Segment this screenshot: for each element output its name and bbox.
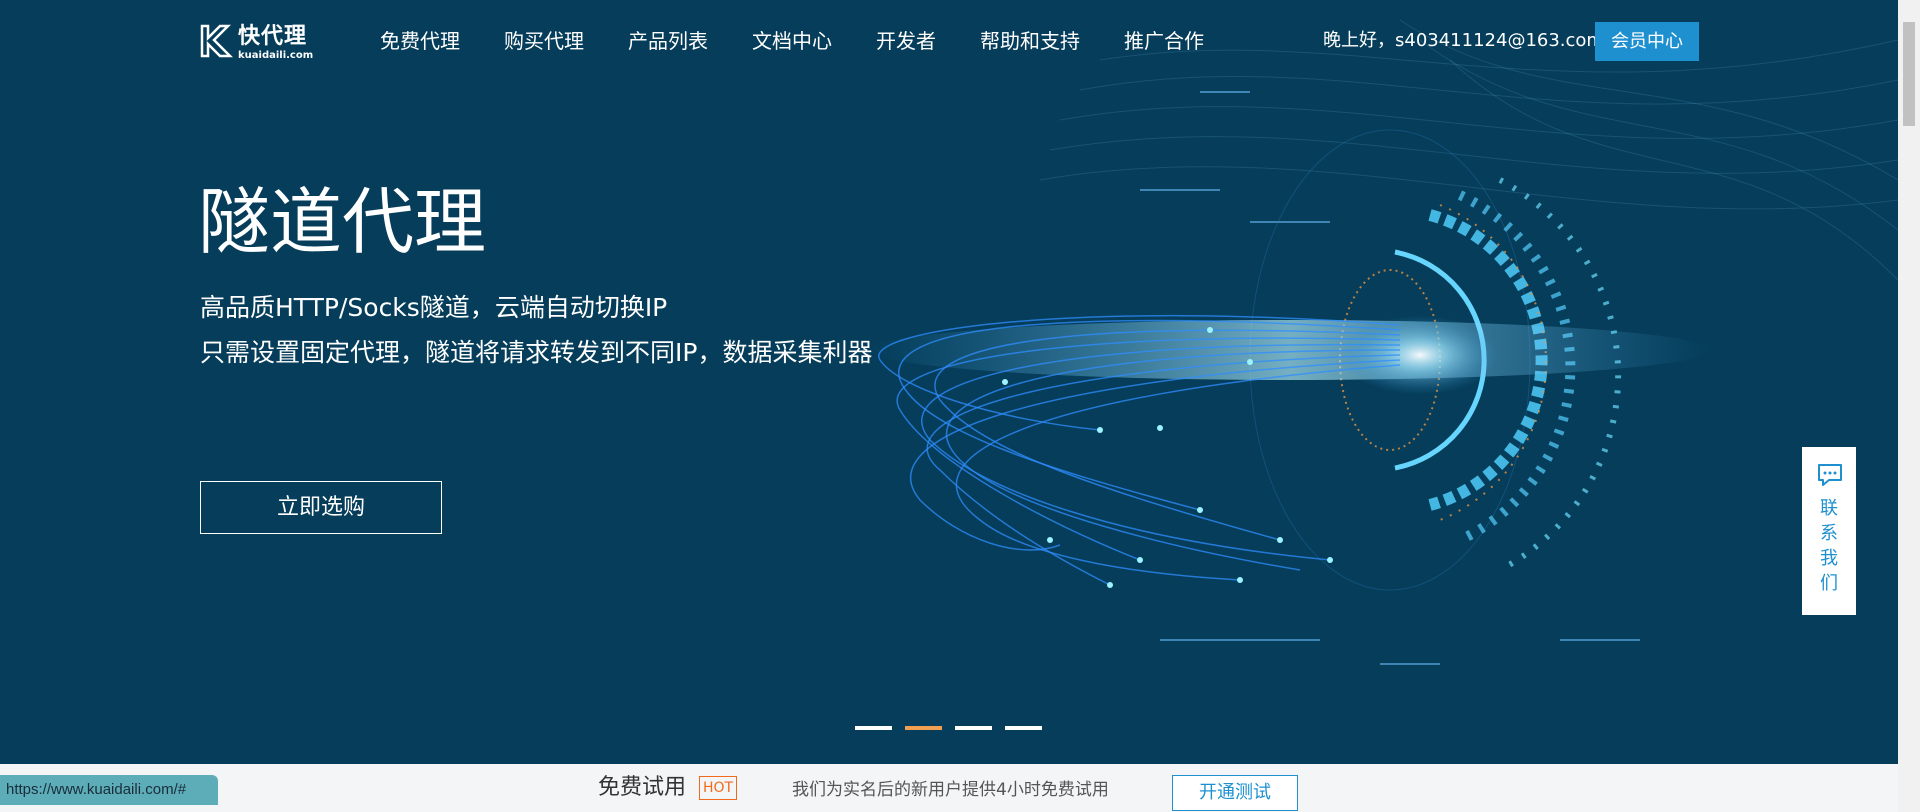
nav-docs[interactable]: 文档中心: [752, 28, 832, 54]
user-greeting[interactable]: 晚上好，s403411124@163.com: [1323, 28, 1604, 54]
hot-badge: HOT: [699, 776, 738, 800]
logo-name: 快代理: [238, 24, 308, 49]
buy-now-button[interactable]: 立即选购: [200, 481, 442, 534]
hero-title: 隧道代理: [198, 180, 487, 264]
scrollbar-thumb[interactable]: [1903, 22, 1915, 126]
chat-icon: [1818, 464, 1842, 486]
logo-domain: kuaidaili.com: [238, 50, 314, 61]
tunnel-illustration: [870, 19, 1898, 665]
contact-label-char-4: 们: [1820, 573, 1838, 594]
carousel-dot-1[interactable]: [855, 726, 892, 730]
main-nav: 免费代理 购买代理 产品列表 文档中心 开发者 帮助和支持 推广合作: [380, 28, 1248, 54]
carousel-dot-4[interactable]: [1005, 726, 1042, 730]
nav-affiliate[interactable]: 推广合作: [1124, 28, 1204, 54]
kuaidaili-logo[interactable]: 快代理 kuaidaili.com: [200, 24, 318, 61]
contact-us-tab[interactable]: 联 系 我 们: [1802, 447, 1856, 615]
free-trial-strip: 免费试用 HOT 我们为实名后的新用户提供4小时免费试用 开通测试: [0, 764, 1898, 812]
hero-subtitle-2: 只需设置固定代理，隧道将请求转发到不同IP，数据采集利器: [200, 338, 873, 367]
free-trial-description: 我们为实名后的新用户提供4小时免费试用: [792, 780, 1109, 800]
contact-label-char-2: 系: [1820, 523, 1838, 544]
status-link-url: https://www.kuaidaili.com/#: [0, 775, 218, 805]
page-scrollbar[interactable]: [1898, 0, 1920, 812]
carousel-dot-3[interactable]: [955, 726, 992, 730]
free-trial-title: 免费试用: [598, 775, 687, 800]
hero-banner: 快代理 kuaidaili.com 免费代理 购买代理 产品列表 文档中心 开发…: [0, 0, 1898, 764]
carousel-dot-2[interactable]: [905, 726, 942, 730]
nav-free-proxy[interactable]: 免费代理: [380, 28, 460, 54]
contact-label-char-3: 我: [1820, 548, 1838, 569]
nav-help-support[interactable]: 帮助和支持: [980, 28, 1080, 54]
nav-buy-proxy[interactable]: 购买代理: [504, 28, 584, 54]
logo-k-icon: [200, 24, 234, 58]
open-trial-button[interactable]: 开通测试: [1172, 775, 1298, 811]
contact-label-char-1: 联: [1820, 498, 1838, 519]
member-center-button[interactable]: 会员中心: [1595, 22, 1699, 61]
nav-developer[interactable]: 开发者: [876, 28, 936, 54]
nav-product-list[interactable]: 产品列表: [628, 28, 708, 54]
hero-subtitle-1: 高品质HTTP/Socks隧道，云端自动切换IP: [200, 293, 668, 322]
